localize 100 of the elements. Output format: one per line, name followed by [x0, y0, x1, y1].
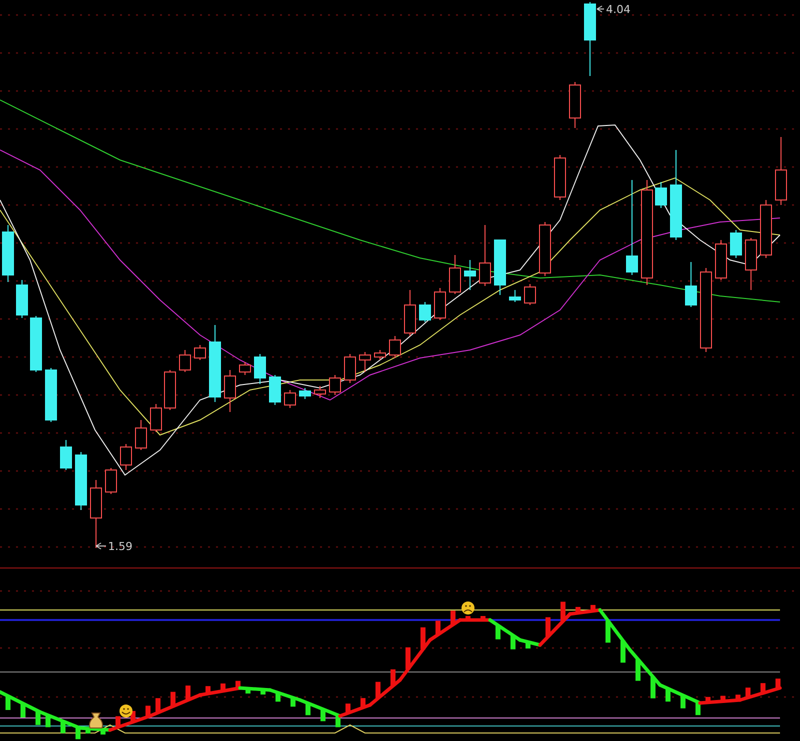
candlestick — [509, 290, 521, 302]
histogram-bar — [736, 694, 740, 700]
histogram-bar — [186, 686, 190, 700]
arrow-icon — [96, 542, 106, 550]
histogram-bar — [36, 711, 40, 725]
histogram-bar — [6, 696, 10, 710]
histogram-bar — [346, 704, 350, 714]
candlestick — [419, 302, 431, 322]
candlestick — [389, 336, 401, 358]
histogram-bar — [100, 730, 106, 735]
candlestick — [314, 386, 326, 398]
candlestick — [344, 354, 356, 384]
candlestick — [554, 154, 566, 200]
histogram-bar — [170, 692, 176, 706]
candlestick — [464, 260, 476, 290]
histogram-bar — [360, 698, 366, 708]
candlestick — [284, 390, 296, 408]
histogram-bar — [290, 698, 296, 707]
histogram-bar — [246, 688, 250, 694]
histogram-bar — [60, 721, 66, 734]
candlestick — [269, 374, 281, 406]
candlestick — [760, 200, 772, 258]
candlestick — [745, 238, 757, 290]
histogram-bar — [496, 625, 500, 640]
candlestick — [329, 374, 341, 396]
histogram-bar — [680, 695, 686, 708]
histogram-bar — [526, 642, 530, 648]
histogram-bar — [46, 715, 50, 728]
histogram-bar — [336, 715, 340, 728]
histogram-bar — [720, 696, 726, 702]
candlestick — [685, 262, 697, 308]
candlestick — [434, 288, 446, 320]
candlestick — [105, 468, 117, 494]
histogram-bar — [220, 683, 226, 691]
histogram-bar — [306, 703, 310, 716]
candlestick — [359, 352, 371, 372]
histogram-bar — [480, 616, 486, 620]
candlestick — [45, 368, 57, 422]
histogram-bar — [390, 669, 396, 686]
candlestick — [254, 354, 266, 384]
histogram-bar — [146, 706, 150, 717]
candlestick — [30, 316, 42, 372]
candlestick — [120, 444, 132, 470]
histogram-bar — [320, 709, 326, 722]
candlestick — [479, 224, 491, 286]
histogram-bar — [436, 620, 440, 635]
histogram-bar — [510, 635, 516, 650]
money-bag-icon — [89, 712, 103, 728]
histogram-bar — [76, 727, 80, 740]
candlestick — [730, 230, 742, 258]
histogram-bar — [20, 704, 26, 718]
arrow-icon — [596, 6, 604, 12]
histogram-bar — [466, 616, 470, 620]
histogram-bar — [746, 688, 750, 698]
histogram-bar — [260, 690, 266, 695]
histogram-bar — [116, 716, 120, 728]
histogram-bar — [666, 688, 670, 702]
histogram-bar — [696, 702, 700, 716]
histogram-bar — [206, 686, 210, 694]
candlestick — [524, 284, 536, 306]
histogram-bar — [776, 678, 780, 689]
histogram-bar — [86, 728, 90, 734]
candlestick — [16, 280, 28, 318]
histogram-bar — [156, 698, 160, 713]
candlestick — [90, 480, 102, 548]
histogram-bar — [636, 659, 640, 681]
candlestick — [775, 136, 787, 206]
candlestick — [569, 82, 581, 128]
candlestick — [150, 404, 162, 432]
candlestick — [135, 420, 147, 450]
histogram-bar — [236, 680, 240, 688]
histogram-bar — [450, 610, 456, 625]
candlestick — [494, 240, 506, 296]
frown-icon — [462, 602, 474, 614]
candlestick — [164, 370, 176, 410]
candlestick — [75, 452, 87, 510]
candlestick — [404, 290, 416, 336]
histogram-bar — [620, 640, 626, 663]
high-price-label: 4.04 — [606, 3, 630, 16]
candlestick — [299, 388, 311, 400]
histogram-bar — [650, 676, 656, 698]
candlestick — [539, 222, 551, 276]
histogram-bar — [420, 627, 426, 650]
candlestick — [239, 362, 251, 376]
histogram-bar — [760, 683, 766, 694]
candlestick — [60, 440, 72, 470]
candlestick — [179, 350, 191, 372]
candlestick — [655, 182, 667, 208]
histogram-bar — [590, 604, 596, 611]
candlestick — [449, 254, 461, 294]
histogram-bar — [706, 696, 710, 702]
histogram-bar — [376, 682, 380, 698]
candlestick — [715, 240, 727, 280]
histogram-bar — [546, 617, 550, 637]
candlestick — [2, 224, 14, 282]
candlestick — [374, 350, 386, 360]
histogram-bar — [276, 692, 280, 702]
histogram-bar — [606, 620, 610, 643]
histogram-bar — [560, 602, 566, 622]
low-price-label: 1.59 — [108, 540, 132, 553]
